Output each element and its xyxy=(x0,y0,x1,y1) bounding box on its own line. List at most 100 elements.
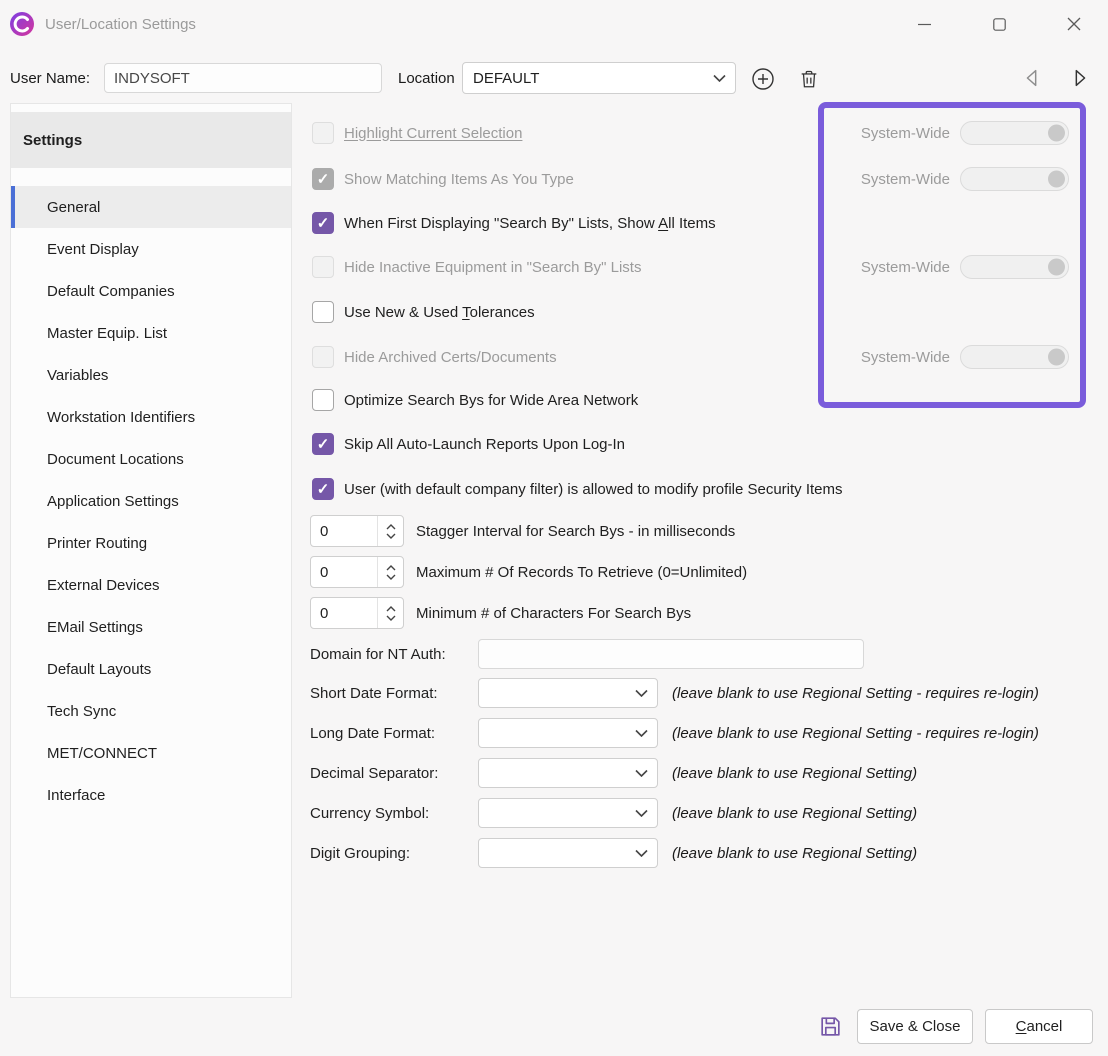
row-highlight-current-selection: Highlight Current Selection xyxy=(312,122,522,144)
checkbox-show-all-items[interactable] xyxy=(312,212,334,234)
digit-grouping-select[interactable] xyxy=(478,838,658,868)
row-hide-archived-certs: Hide Archived Certs/Documents xyxy=(312,346,557,368)
checkbox-show-matching-items[interactable] xyxy=(312,168,334,190)
save-close-label: Save & Close xyxy=(870,1018,961,1035)
sidebar-item-label: Application Settings xyxy=(47,493,179,510)
location-label: Location xyxy=(398,62,455,94)
system-wide-row: System-Wide xyxy=(826,167,1069,191)
row-modify-security-items: User (with default company filter) is al… xyxy=(312,478,843,500)
delete-location-button[interactable] xyxy=(796,65,822,93)
short-date-format-select[interactable] xyxy=(478,678,658,708)
decimal-separator-select[interactable] xyxy=(478,758,658,788)
next-record-button[interactable] xyxy=(1066,64,1094,92)
sidebar-item-label: Default Companies xyxy=(47,283,175,300)
system-wide-toggle-archived-certs[interactable] xyxy=(960,345,1069,369)
row-stagger-interval: 0 Stagger Interval for Search Bys - in m… xyxy=(310,515,735,547)
domain-nt-auth-input[interactable] xyxy=(478,639,864,669)
sidebar-item-interface[interactable]: Interface xyxy=(11,774,291,816)
checkbox-label: Hide Archived Certs/Documents xyxy=(344,349,557,366)
sidebar-item-default-companies[interactable]: Default Companies xyxy=(11,270,291,312)
spinner-arrows[interactable] xyxy=(377,557,403,587)
app-logo-icon xyxy=(9,11,35,37)
checkbox-use-new-used-tolerances[interactable] xyxy=(312,301,334,323)
spinner-arrows[interactable] xyxy=(377,516,403,546)
window-title: User/Location Settings xyxy=(45,16,196,33)
system-wide-label: System-Wide xyxy=(826,259,950,276)
sidebar-item-printer-routing[interactable]: Printer Routing xyxy=(11,522,291,564)
chevron-down-icon xyxy=(635,689,648,697)
stagger-interval-input[interactable]: 0 xyxy=(310,515,404,547)
sidebar-item-master-equip-list[interactable]: Master Equip. List xyxy=(11,312,291,354)
system-wide-toggle-inactive-equipment[interactable] xyxy=(960,255,1069,279)
previous-record-button[interactable] xyxy=(1018,64,1046,92)
sidebar-item-label: Printer Routing xyxy=(47,535,147,552)
row-domain-nt-auth: Domain for NT Auth: xyxy=(310,639,864,669)
checkbox-label: Optimize Search Bys for Wide Area Networ… xyxy=(344,392,638,409)
toggle-knob xyxy=(1048,259,1065,276)
close-icon[interactable] xyxy=(1054,4,1094,44)
min-characters-input[interactable]: 0 xyxy=(310,597,404,629)
sidebar-item-application-settings[interactable]: Application Settings xyxy=(11,480,291,522)
checkbox-modify-security-items[interactable] xyxy=(312,478,334,500)
cancel-button[interactable]: Cancel xyxy=(985,1009,1093,1044)
sidebar-header: Settings xyxy=(11,112,291,168)
checkbox-hide-inactive-equipment[interactable] xyxy=(312,256,334,278)
sidebar-item-tech-sync[interactable]: Tech Sync xyxy=(11,690,291,732)
chevron-down-icon xyxy=(635,849,648,857)
spinner-label: Stagger Interval for Search Bys - in mil… xyxy=(416,523,735,540)
checkbox-label: Show Matching Items As You Type xyxy=(344,171,574,188)
sidebar-item-met-connect[interactable]: MET/CONNECT xyxy=(11,732,291,774)
maximize-icon[interactable] xyxy=(979,4,1019,44)
row-use-new-used-tolerances: Use New & Used Tolerances xyxy=(312,301,535,323)
location-select[interactable]: DEFAULT xyxy=(462,62,736,94)
save-close-button[interactable]: Save & Close xyxy=(857,1009,973,1044)
checkbox-highlight-current-selection[interactable] xyxy=(312,122,334,144)
system-wide-label: System-Wide xyxy=(826,349,950,366)
sidebar-item-email-settings[interactable]: EMail Settings xyxy=(11,606,291,648)
settings-sidebar: Settings General Event Display Default C… xyxy=(10,103,292,998)
regional-setting-note: (leave blank to use Regional Setting) xyxy=(672,805,917,822)
user-name-input[interactable] xyxy=(104,63,382,93)
system-wide-row: System-Wide xyxy=(826,345,1069,369)
row-currency-symbol: Currency Symbol: (leave blank to use Reg… xyxy=(310,798,917,828)
add-location-button[interactable] xyxy=(749,65,777,93)
sidebar-item-general[interactable]: General xyxy=(11,186,291,228)
checkbox-optimize-search-bys[interactable] xyxy=(312,389,334,411)
sidebar-item-label: Event Display xyxy=(47,241,139,258)
row-hide-inactive-equipment: Hide Inactive Equipment in "Search By" L… xyxy=(312,256,641,278)
system-wide-label: System-Wide xyxy=(826,171,950,188)
cancel-label: Cancel xyxy=(1016,1018,1063,1035)
sidebar-item-external-devices[interactable]: External Devices xyxy=(11,564,291,606)
long-date-format-select[interactable] xyxy=(478,718,658,748)
sidebar-item-default-layouts[interactable]: Default Layouts xyxy=(11,648,291,690)
spinner-label: Minimum # of Characters For Search Bys xyxy=(416,605,691,622)
system-wide-toggle-highlight[interactable] xyxy=(960,121,1069,145)
checkbox-hide-archived-certs[interactable] xyxy=(312,346,334,368)
digit-grouping-label: Digit Grouping: xyxy=(310,845,478,862)
sidebar-item-label: Master Equip. List xyxy=(47,325,167,342)
row-decimal-separator: Decimal Separator: (leave blank to use R… xyxy=(310,758,917,788)
regional-setting-note: (leave blank to use Regional Setting) xyxy=(672,845,917,862)
max-records-input[interactable]: 0 xyxy=(310,556,404,588)
row-optimize-search-bys: Optimize Search Bys for Wide Area Networ… xyxy=(312,389,638,411)
spinner-arrows[interactable] xyxy=(377,598,403,628)
checkbox-label: Hide Inactive Equipment in "Search By" L… xyxy=(344,259,641,276)
sidebar-item-document-locations[interactable]: Document Locations xyxy=(11,438,291,480)
sidebar-item-workstation-identifiers[interactable]: Workstation Identifiers xyxy=(11,396,291,438)
row-min-characters: 0 Minimum # of Characters For Search Bys xyxy=(310,597,691,629)
sidebar-item-variables[interactable]: Variables xyxy=(11,354,291,396)
sidebar-item-label: Tech Sync xyxy=(47,703,116,720)
save-icon[interactable] xyxy=(817,1013,844,1040)
sidebar-item-event-display[interactable]: Event Display xyxy=(11,228,291,270)
toggle-knob xyxy=(1048,125,1065,142)
system-wide-toggle-matching-items[interactable] xyxy=(960,167,1069,191)
location-value: DEFAULT xyxy=(473,70,539,87)
minimize-icon[interactable] xyxy=(904,4,944,44)
row-show-matching-items: Show Matching Items As You Type xyxy=(312,168,574,190)
regional-setting-note: (leave blank to use Regional Setting) xyxy=(672,765,917,782)
currency-symbol-select[interactable] xyxy=(478,798,658,828)
checkbox-skip-auto-launch-reports[interactable] xyxy=(312,433,334,455)
sidebar-item-label: General xyxy=(47,199,100,216)
checkbox-label: When First Displaying "Search By" Lists,… xyxy=(344,215,716,232)
sidebar-item-label: External Devices xyxy=(47,577,160,594)
